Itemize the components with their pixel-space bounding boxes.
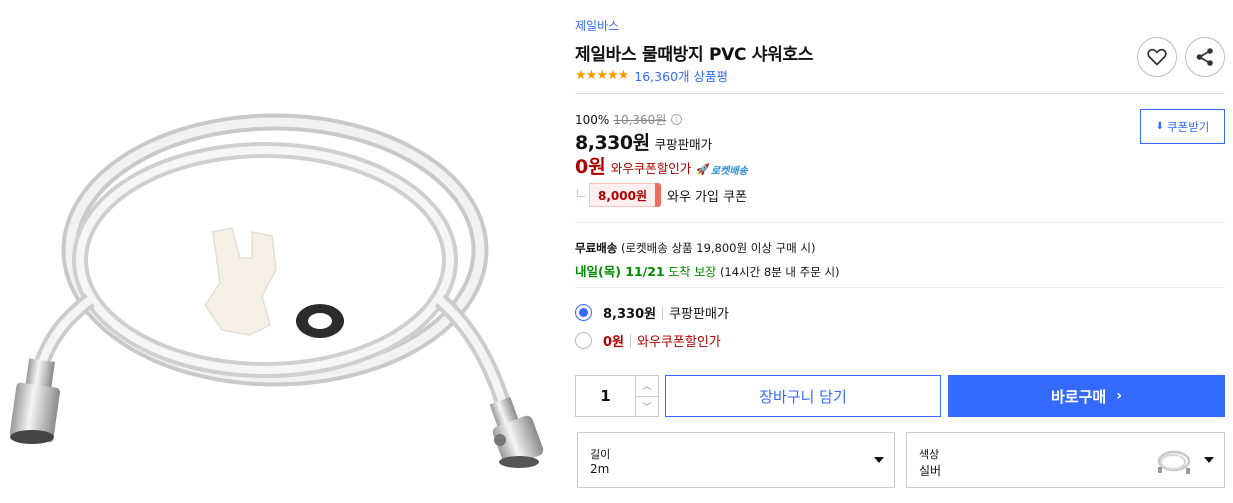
- share-icon: [1196, 48, 1213, 66]
- quantity-buttons: ︿ ﹀: [636, 376, 658, 416]
- heart-icon: [1147, 48, 1167, 66]
- arrival-info: 내일(목) 11/21 도착 보장 (14시간 8분 내 주문 시): [575, 261, 840, 280]
- discount-rate: 100%: [575, 112, 610, 127]
- product-info-panel: 제일바스 제일바스 물때방지 PVC 샤워호스 ★ ★ ★ ★ ★ 16,360…: [575, 0, 1225, 503]
- decrease-quantity-button[interactable]: ﹀: [636, 397, 658, 417]
- option-label: 와우쿠폰할인가: [637, 335, 721, 350]
- divider: [575, 93, 1225, 94]
- length-label: 길이: [590, 448, 611, 461]
- chevron-up-icon: ︿: [642, 382, 652, 393]
- divider: [575, 222, 1225, 223]
- shipping-info: 무료배송 (로켓배송 상품 19,800원 이상 구매 시): [575, 240, 815, 256]
- arrival-date: 내일(목) 11/21: [575, 264, 665, 279]
- wow-coupon-tag: 8,000원: [589, 183, 661, 207]
- star-icon: ★: [585, 67, 598, 83]
- rocket-label: 로켓배송: [710, 166, 748, 177]
- corner-mark: [577, 189, 585, 197]
- arrival-condition: (14시간 8분 내 주문 시): [719, 265, 840, 279]
- length-value: 2m: [590, 462, 610, 476]
- star-icon: ★: [575, 67, 587, 83]
- chevron-down-icon: ﹀: [642, 402, 652, 413]
- caret-down-icon: [874, 457, 884, 463]
- coupon-price: 0원: [575, 156, 606, 178]
- star-icon: ★: [606, 67, 619, 83]
- color-value: 실버: [919, 464, 942, 478]
- sale-price-row: 8,330원 쿠팡판매가: [575, 128, 712, 155]
- price-option-sale[interactable]: 8,330원 쿠팡판매가: [575, 303, 729, 322]
- arrival-guarantee: 도착 보장: [668, 265, 717, 279]
- download-icon: ⬇: [1155, 121, 1165, 132]
- radio-unselected[interactable]: [575, 332, 592, 349]
- star-icon: ★: [596, 67, 608, 83]
- free-shipping-condition: (로켓배송 상품 19,800원 이상 구매 시): [620, 241, 816, 255]
- sale-price-label: 쿠팡판매가: [654, 137, 713, 152]
- info-icon[interactable]: i: [671, 114, 683, 125]
- wishlist-button[interactable]: [1137, 37, 1177, 77]
- rating-row: ★ ★ ★ ★ ★ 16,360개 상품평: [575, 66, 728, 85]
- share-button[interactable]: [1185, 37, 1225, 77]
- coupon-price-row: 0원 와우쿠폰할인가 🚀 로켓배송: [575, 152, 748, 179]
- rocket-icon: 🚀: [696, 163, 710, 176]
- star-rating: ★ ★ ★ ★ ★: [575, 67, 630, 83]
- rocket-delivery-badge: 🚀 로켓배송: [696, 162, 748, 177]
- option-price: 0원: [603, 335, 625, 350]
- coupon-price-label: 와우쿠폰할인가: [610, 161, 692, 176]
- wow-coupon-text: 와우 가입 쿠폰: [667, 189, 748, 205]
- review-count-link[interactable]: 16,360개 상품평: [634, 66, 728, 85]
- quantity-stepper[interactable]: 1 ︿ ﹀: [575, 375, 659, 417]
- product-image: [0, 0, 560, 503]
- length-select[interactable]: 길이 2m: [577, 432, 895, 488]
- shower-hose-image: [9, 113, 544, 468]
- star-icon: ★: [617, 67, 630, 83]
- product-title: 제일바스 물때방지 PVC 샤워호스: [575, 45, 814, 65]
- buy-now-label: 바로구매: [1051, 387, 1107, 406]
- coupon-button-label: 쿠폰받기: [1167, 119, 1210, 134]
- divider: [575, 287, 1225, 288]
- separator: [630, 333, 632, 348]
- price-option-coupon[interactable]: 0원 와우쿠폰할인가: [575, 331, 721, 350]
- original-price: 10,360원: [613, 113, 667, 127]
- option-price: 8,330원: [603, 307, 657, 322]
- increase-quantity-button[interactable]: ︿: [636, 376, 658, 397]
- add-to-cart-button[interactable]: 장바구니 담기: [665, 375, 941, 417]
- chevron-right-icon: ›: [1116, 388, 1122, 404]
- caret-down-icon: [1204, 457, 1214, 463]
- sale-price: 8,330원: [575, 132, 650, 154]
- separator: [662, 305, 664, 320]
- coupon-download-button[interactable]: ⬇ 쿠폰받기: [1140, 109, 1225, 144]
- color-label: 색상: [919, 448, 940, 461]
- radio-selected[interactable]: [575, 304, 592, 321]
- discount-row: 100% 10,360원 i: [575, 111, 683, 128]
- free-shipping-label: 무료배송: [575, 241, 618, 255]
- color-thumbnail: [1157, 450, 1191, 474]
- buy-now-button[interactable]: 바로구매 ›: [948, 375, 1225, 417]
- option-label: 쿠팡판매가: [669, 307, 729, 322]
- color-select[interactable]: 색상 실버: [906, 432, 1225, 488]
- wow-coupon-row: 8,000원 와우 가입 쿠폰: [575, 183, 747, 207]
- brand-link[interactable]: 제일바스: [575, 17, 619, 34]
- quantity-input[interactable]: 1: [576, 376, 636, 416]
